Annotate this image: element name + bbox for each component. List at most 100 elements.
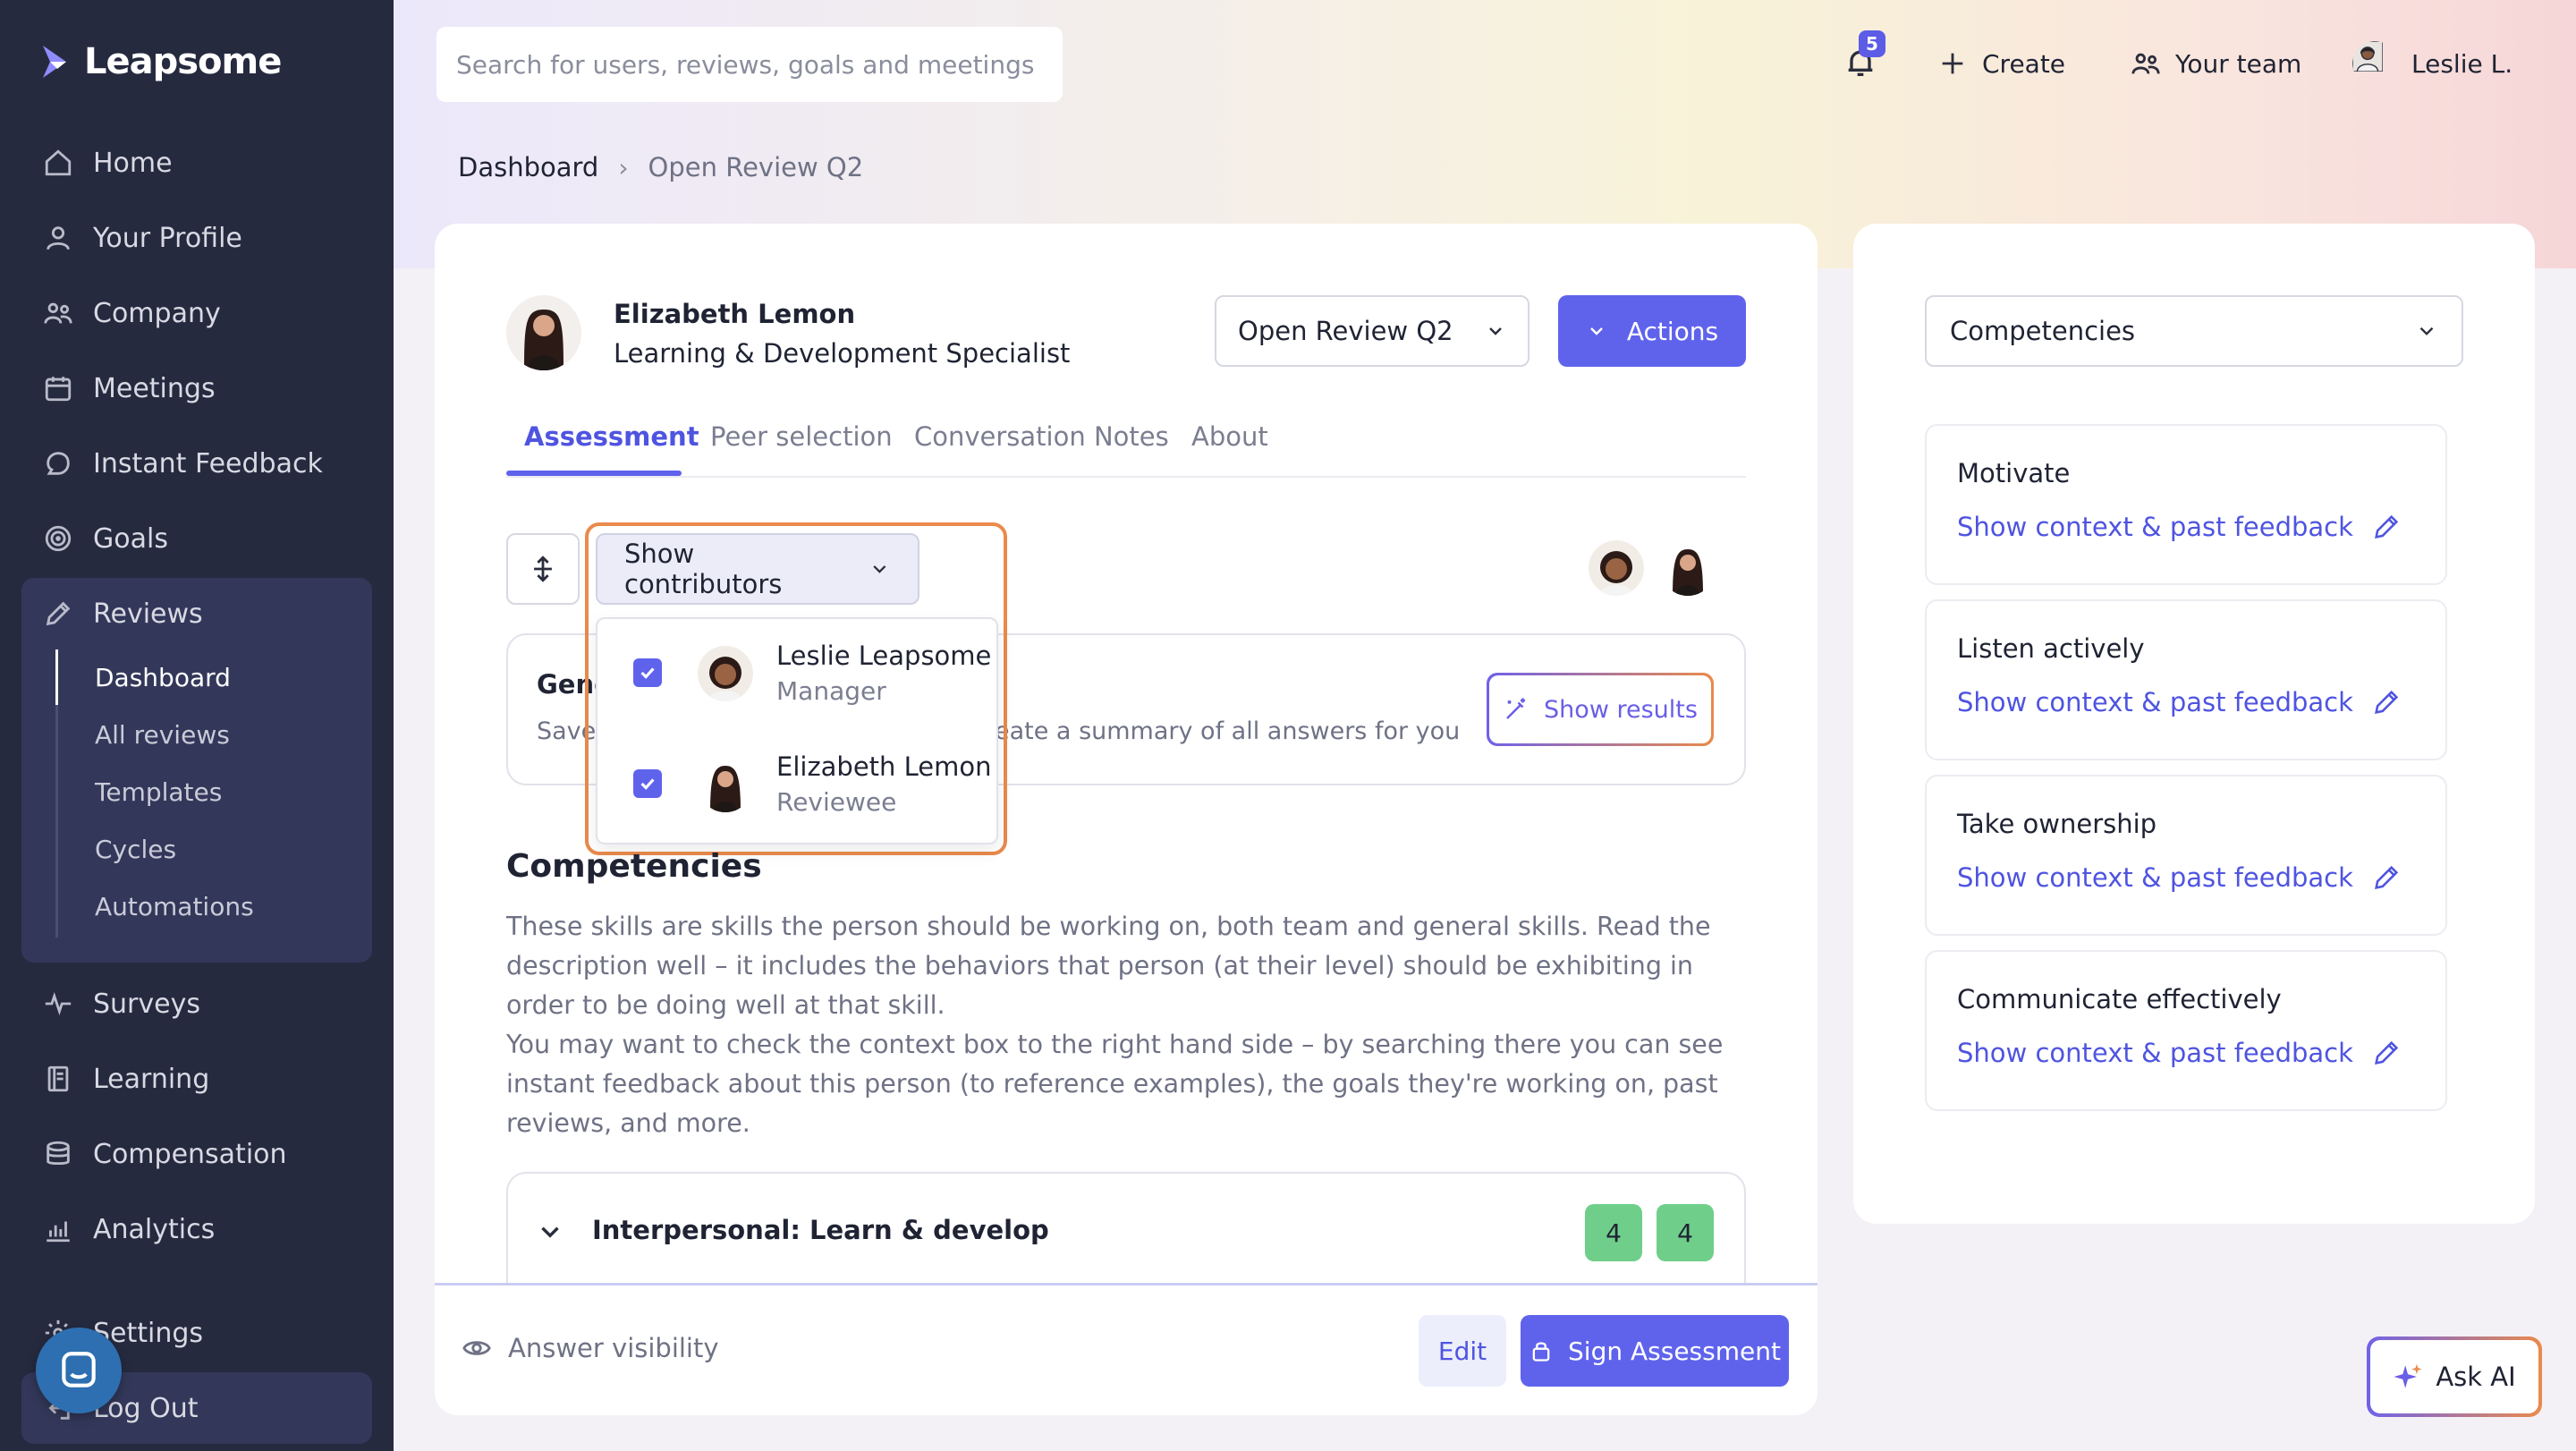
pencil-icon[interactable]: [2371, 512, 2402, 542]
sidebar: Leapsome Home Your Profile Company Meeti…: [0, 0, 394, 1451]
context-type-select[interactable]: Competencies: [1925, 295, 2463, 367]
sidebar-item-home[interactable]: Home: [43, 136, 173, 190]
notification-badge: 5: [1859, 30, 1885, 57]
tab-about[interactable]: About: [1191, 417, 1268, 476]
message-icon: [62, 1352, 96, 1387]
contributor-role: Reviewee: [776, 787, 897, 817]
sidebar-item-meetings[interactable]: Meetings: [43, 361, 216, 415]
brand-name: Leapsome: [84, 41, 282, 82]
pencil-icon[interactable]: [2371, 862, 2402, 893]
sidebar-subitem-templates[interactable]: Templates: [95, 773, 222, 812]
sidebar-item-learning[interactable]: Learning: [43, 1052, 209, 1106]
competencies-desc-paragraph: These skills are skills the person shoul…: [506, 912, 1711, 1020]
submenu-active-indicator: [55, 649, 58, 705]
tab-conversation-notes[interactable]: Conversation Notes: [914, 417, 1169, 476]
competencies-heading: Competencies: [506, 848, 762, 885]
sidebar-item-compensation[interactable]: Compensation: [43, 1127, 287, 1181]
user-avatar: [2352, 41, 2397, 86]
sidebar-subitem-all-reviews[interactable]: All reviews: [95, 716, 230, 755]
show-context-link[interactable]: Show context & past feedback: [1957, 512, 2402, 542]
brand-logo[interactable]: Leapsome: [39, 41, 282, 82]
competencies-desc-paragraph: You may want to check the context box to…: [506, 1030, 1724, 1138]
sign-assessment-label: Sign Assessment: [1568, 1336, 1781, 1366]
ask-ai-button[interactable]: Ask AI: [2367, 1336, 2542, 1417]
sidebar-item-your-profile[interactable]: Your Profile: [43, 211, 242, 265]
your-team-button[interactable]: Your team: [2131, 41, 2301, 86]
show-results-inner: Show results: [1489, 675, 1711, 743]
global-search[interactable]: [436, 27, 1063, 102]
sidebar-item-label: Reviews: [93, 598, 203, 630]
actions-label: Actions: [1626, 316, 1719, 346]
sidebar-item-analytics[interactable]: Analytics: [43, 1202, 215, 1256]
edit-button[interactable]: Edit: [1419, 1315, 1506, 1387]
actions-button[interactable]: Actions: [1558, 295, 1746, 367]
dropdown-avatar-leslie: [698, 646, 753, 701]
pencil-icon[interactable]: [2371, 687, 2402, 717]
context-type-value: Competencies: [1950, 316, 2136, 346]
show-context-label: Show context & past feedback: [1957, 1038, 2353, 1068]
support-chat-button[interactable]: [36, 1328, 122, 1413]
show-results-button[interactable]: Show results: [1487, 673, 1714, 746]
create-label: Create: [1982, 48, 2066, 79]
show-context-link[interactable]: Show context & past feedback: [1957, 1038, 2402, 1068]
checkmark-icon: [640, 667, 655, 679]
your-team-label: Your team: [2175, 48, 2302, 79]
contributor-checkbox-leslie[interactable]: [633, 658, 662, 687]
chevron-down-icon[interactable]: [535, 1217, 565, 1247]
chevron-down-icon: [1590, 327, 1603, 335]
sidebar-item-reviews[interactable]: Reviews: [43, 587, 203, 641]
active-tab-indicator: [506, 471, 682, 476]
eye-icon: [462, 1341, 491, 1355]
coins-icon: [47, 1141, 70, 1166]
user-menu[interactable]: Leslie L.: [2352, 41, 2512, 86]
competency-section-title: Interpersonal: Learn & develop: [592, 1215, 1049, 1245]
sidebar-item-label: Meetings: [93, 372, 216, 404]
pencil-icon[interactable]: [2371, 1038, 2402, 1068]
book-icon: [47, 1065, 69, 1092]
tab-assessment[interactable]: Assessment: [524, 417, 699, 476]
pulse-icon: [45, 992, 72, 1015]
user-name: Leslie L.: [2411, 48, 2513, 79]
general-summary-desc-right: eate a summary of all answers for you: [995, 717, 1461, 745]
show-context-label: Show context & past feedback: [1957, 512, 2353, 542]
tab-peer-selection[interactable]: Peer selection: [710, 417, 893, 476]
show-context-link[interactable]: Show context & past feedback: [1957, 862, 2402, 893]
competency-card-motivate: Motivate Show context & past feedback: [1925, 424, 2447, 585]
sidebar-item-label: Company: [93, 297, 221, 329]
reviewee-name: Elizabeth Lemon: [614, 299, 856, 329]
expand-collapse-button[interactable]: [506, 533, 580, 605]
show-context-label: Show context & past feedback: [1957, 687, 2353, 717]
ask-ai-inner: Ask AI: [2370, 1340, 2538, 1413]
chart-icon: [47, 1221, 70, 1243]
sidebar-subitem-automations[interactable]: Automations: [95, 887, 254, 927]
breadcrumb-separator: ›: [618, 152, 629, 182]
breadcrumb-dashboard[interactable]: Dashboard: [458, 152, 598, 182]
sign-assessment-button[interactable]: Sign Assessment: [1521, 1315, 1789, 1387]
search-input[interactable]: [456, 49, 1043, 80]
lock-icon: [1532, 1342, 1550, 1362]
sidebar-item-label: Learning: [93, 1063, 210, 1095]
sidebar-item-surveys[interactable]: Surveys: [43, 977, 200, 1031]
answer-visibility-button[interactable]: Answer visibility: [462, 1333, 719, 1363]
competency-card-listen-actively: Listen actively Show context & past feed…: [1925, 599, 2447, 760]
contributor-checkbox-elizabeth[interactable]: [633, 769, 662, 798]
sidebar-item-goals[interactable]: Goals: [43, 512, 168, 565]
user-icon: [47, 226, 70, 250]
show-contributors-button[interactable]: Show contributors: [596, 533, 919, 605]
breadcrumb-current: Open Review Q2: [648, 152, 864, 182]
answer-visibility-label: Answer visibility: [508, 1333, 719, 1363]
show-context-link[interactable]: Show context & past feedback: [1957, 687, 2402, 717]
checkmark-icon: [640, 778, 655, 790]
review-cycle-select[interactable]: Open Review Q2: [1215, 295, 1530, 367]
sidebar-subitem-dashboard[interactable]: Dashboard: [95, 658, 231, 698]
competency-card-title: Listen actively: [1957, 633, 2145, 664]
home-icon: [45, 149, 72, 176]
calendar-icon: [45, 377, 72, 402]
chat-icon: [47, 452, 70, 475]
sidebar-subitem-cycles[interactable]: Cycles: [95, 830, 176, 870]
create-button[interactable]: Create: [1937, 41, 2065, 86]
sidebar-item-instant-feedback[interactable]: Instant Feedback: [43, 437, 323, 490]
competencies-description: These skills are skills the person shoul…: [506, 907, 1758, 1143]
ask-ai-label: Ask AI: [2436, 1362, 2516, 1392]
sidebar-item-company[interactable]: Company: [43, 286, 221, 340]
